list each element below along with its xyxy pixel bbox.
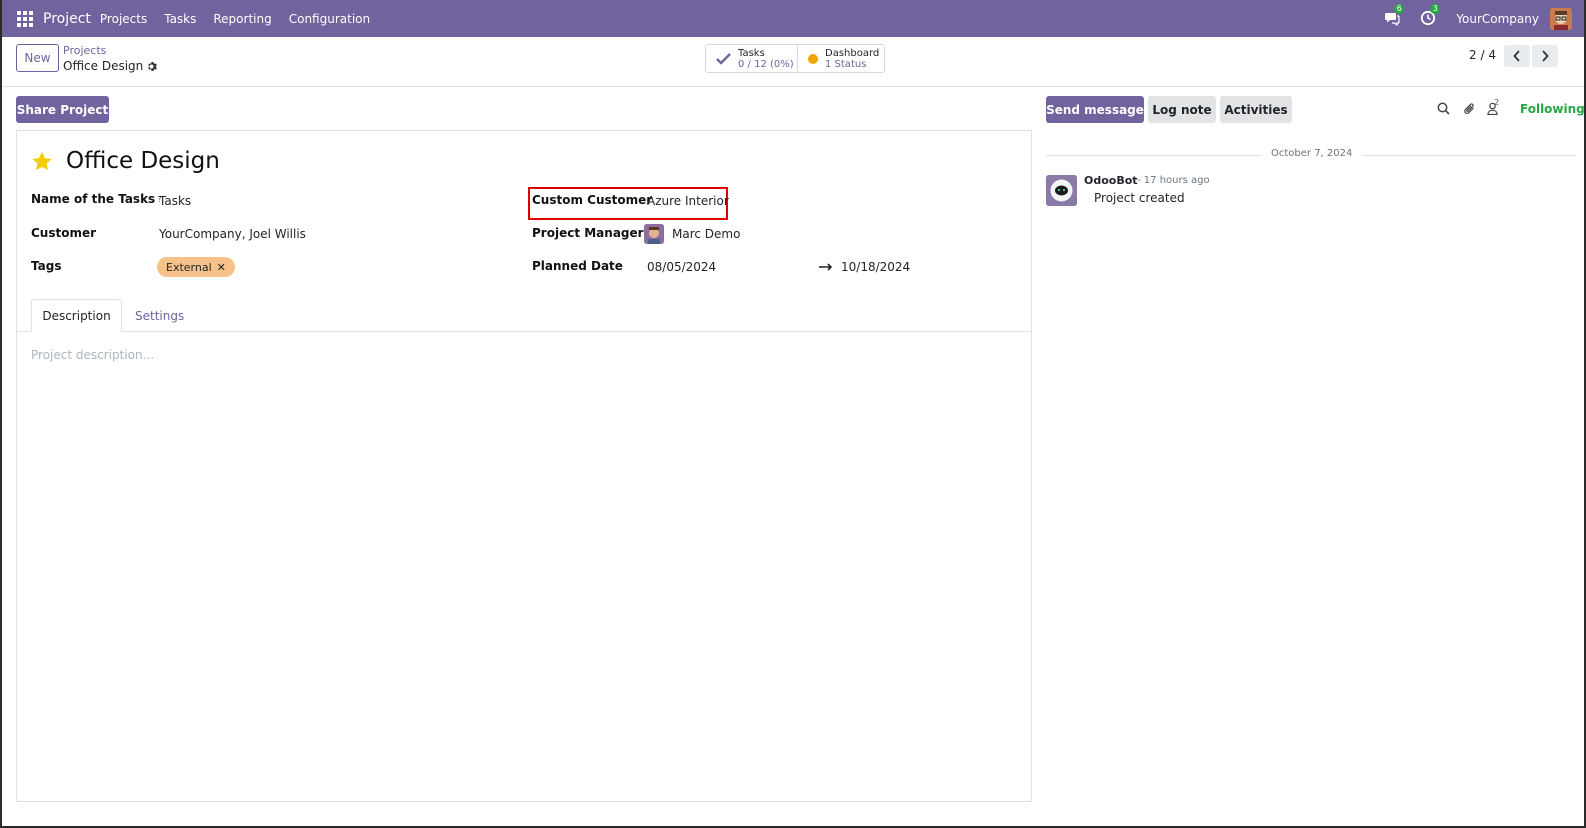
arrow-right-icon (819, 263, 833, 271)
activities-badge: 3 (1430, 3, 1441, 14)
paperclip-icon[interactable] (1463, 102, 1476, 116)
breadcrumb: Projects Office Design (63, 44, 158, 73)
project-manager-field[interactable]: Marc Demo (644, 224, 740, 244)
chevron-left-icon (1513, 50, 1520, 62)
planned-date-label: Planned Date (532, 259, 623, 273)
date-separator-label: October 7, 2024 (1261, 148, 1363, 159)
planned-date-end[interactable]: 10/18/2024 (841, 260, 910, 274)
breadcrumb-current-label: Office Design (63, 59, 144, 73)
main-menu: Projects Tasks Reporting Configuration (100, 12, 387, 26)
notebook-tabs: Description Settings (17, 299, 1031, 332)
message-body: Project created (1094, 191, 1185, 205)
log-note-button[interactable]: Log note (1148, 96, 1216, 123)
tags-field[interactable]: External ✕ (157, 257, 235, 277)
form-sheet: Office Design Name of the Tasks ? Tasks … (16, 130, 1032, 802)
new-button[interactable]: New (16, 44, 59, 72)
custom-customer-label: Custom Customer (532, 193, 653, 207)
menu-reporting[interactable]: Reporting (213, 12, 271, 26)
customer-label: Customer (31, 226, 97, 240)
manager-avatar (644, 224, 664, 244)
tab-settings[interactable]: Settings (135, 299, 184, 332)
send-message-button[interactable]: Send message (1046, 96, 1144, 123)
check-icon (716, 52, 731, 65)
project-title[interactable]: Office Design (66, 148, 220, 174)
smart-buttons: Tasks 0 / 12 (0%) Dashboard 1 Status (705, 44, 885, 73)
following-button[interactable]: Following (1520, 102, 1585, 116)
followers-count: 2 (1494, 98, 1500, 107)
star-icon[interactable] (31, 151, 53, 172)
menu-projects[interactable]: Projects (100, 12, 147, 26)
pager-previous-button[interactable] (1504, 45, 1530, 67)
tasks-value: 0 / 12 (0%) (738, 58, 794, 70)
dashboard-label: Dashboard (825, 47, 880, 59)
messages-badge: 6 (1394, 3, 1405, 14)
odoobot-avatar[interactable] (1046, 175, 1077, 206)
menu-tasks[interactable]: Tasks (164, 12, 196, 26)
status-dot-icon (808, 53, 818, 64)
activities-clock-icon[interactable]: 3 (1420, 3, 1441, 28)
tag-external[interactable]: External ✕ (157, 257, 235, 277)
menu-configuration[interactable]: Configuration (289, 12, 370, 26)
breadcrumb-projects[interactable]: Projects (63, 44, 157, 57)
user-avatar[interactable] (1550, 7, 1572, 30)
message-time: - 17 hours ago (1137, 175, 1210, 186)
tab-description[interactable]: Description (31, 299, 122, 332)
apps-menu-icon[interactable] (17, 10, 33, 27)
remove-tag-icon[interactable]: ✕ (217, 261, 226, 274)
description-editor[interactable]: Project description... (31, 348, 154, 362)
dashboard-value: 1 Status (825, 58, 867, 70)
name-of-tasks-label-wrap: Name of the Tasks ? (31, 192, 161, 206)
tasks-label: Tasks (738, 47, 765, 59)
app-name[interactable]: Project (43, 11, 91, 27)
messages-icon[interactable]: 6 (1384, 3, 1405, 28)
pager-value[interactable]: 2 / 4 (1469, 48, 1496, 62)
title-row: Office Design (31, 148, 220, 174)
search-icon[interactable] (1437, 102, 1450, 115)
breadcrumb-current: Office Design (63, 59, 158, 73)
tasks-smart-button[interactable]: Tasks 0 / 12 (0%) (706, 45, 797, 72)
date-separator: October 7, 2024 (1046, 148, 1576, 162)
project-manager-label: Project Manager (532, 226, 644, 240)
activities-button[interactable]: Activities (1220, 96, 1292, 123)
tag-label: External (166, 260, 212, 274)
tags-label: Tags (31, 259, 62, 273)
name-of-tasks-field[interactable]: Tasks (159, 194, 191, 208)
project-manager-value: Marc Demo (672, 227, 741, 241)
customer-field[interactable]: YourCompany, Joel Willis (159, 227, 306, 241)
pager-next-button[interactable] (1532, 45, 1558, 67)
name-of-tasks-label: Name of the Tasks (31, 192, 156, 206)
share-project-button[interactable]: Share Project (16, 96, 109, 123)
planned-date-start[interactable]: 08/05/2024 (647, 260, 716, 274)
chevron-right-icon (1542, 50, 1549, 62)
gear-icon[interactable] (146, 61, 158, 72)
dashboard-smart-button[interactable]: Dashboard 1 Status (797, 45, 884, 72)
message-author[interactable]: OdooBot (1084, 174, 1138, 187)
custom-customer-field[interactable]: Azure Interior (647, 194, 729, 208)
control-panel: New Projects Office Design Tasks 0 / 12 … (0, 37, 1586, 87)
company-switcher[interactable]: YourCompany (1456, 12, 1539, 26)
top-navbar: Project Projects Tasks Reporting Configu… (0, 0, 1586, 37)
